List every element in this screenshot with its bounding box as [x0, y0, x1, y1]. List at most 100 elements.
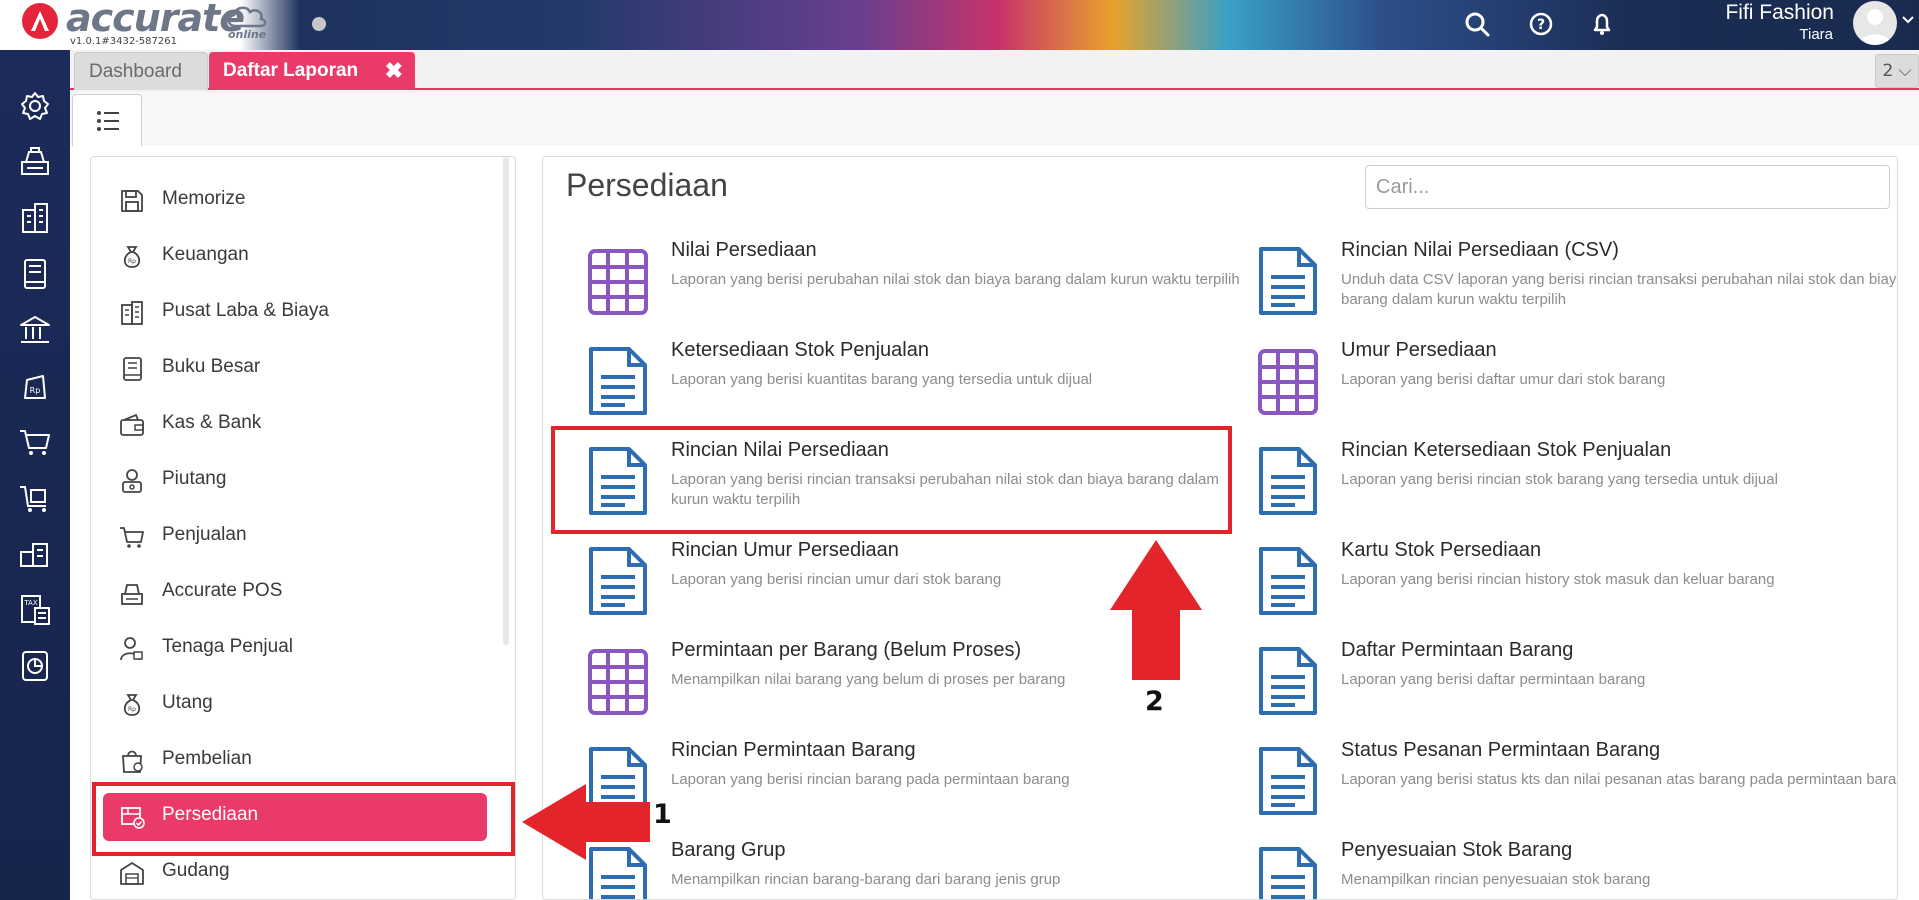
report-title[interactable]: Rincian Umur Persediaan — [671, 539, 899, 562]
report-title[interactable]: Permintaan per Barang (Belum Proses) — [671, 639, 1021, 662]
tab-daftar-laporan[interactable]: Daftar Laporan ✖ — [209, 52, 415, 90]
report-item[interactable]: Barang Grup Menampilkan rincian barang-ba… — [585, 839, 1245, 899]
user-role: Tiara — [1799, 26, 1833, 43]
top-header: accurate online v1.0.1#3432-587261 ? Fif… — [0, 0, 1919, 50]
list-view-button[interactable] — [72, 94, 142, 146]
help-icon[interactable]: ? — [1526, 9, 1556, 39]
report-description: Laporan yang berisi daftar permintaan ba… — [1341, 671, 1646, 688]
salesperson-icon — [120, 637, 143, 661]
svg-text:Rp: Rp — [128, 258, 136, 265]
sidebar-item-penjualan[interactable]: Penjualan — [91, 511, 505, 561]
chevron-down-icon[interactable] — [1901, 14, 1915, 26]
book-icon[interactable] — [17, 256, 53, 292]
report-item[interactable]: Penyesuaian Stok Barang Menampilkan rinci… — [1255, 839, 1897, 899]
document-icon — [1255, 245, 1321, 317]
report-description: Laporan yang berisi rincian barang pada … — [671, 771, 1070, 788]
report-item[interactable]: Umur Persediaan Laporan yang berisi dafta… — [1255, 339, 1897, 445]
toolbar — [70, 92, 1919, 146]
ledger-icon — [123, 357, 142, 381]
sidebar-item-memorize[interactable]: Memorize — [91, 175, 505, 225]
bell-icon[interactable] — [1587, 9, 1617, 39]
cash-register-icon[interactable] — [17, 144, 53, 180]
report-item[interactable]: Daftar Permintaan Barang Laporan yang ber… — [1255, 639, 1897, 745]
sidebar-item-tenaga-penjual[interactable]: Tenaga Penjual — [91, 623, 505, 673]
sidebar-item-label: Memorize — [162, 188, 246, 209]
report-title[interactable]: Status Pesanan Permintaan Barang — [1341, 739, 1660, 762]
report-description: Menampilkan rincian penyesuaian stok bar… — [1341, 871, 1651, 888]
version-label: v1.0.1#3432-587261 — [70, 36, 177, 47]
report-title[interactable]: Kartu Stok Persediaan — [1341, 539, 1541, 562]
bank-icon[interactable] — [17, 312, 53, 348]
grid-icon — [585, 645, 651, 717]
search-icon[interactable] — [1462, 9, 1492, 39]
open-tabs-dropdown[interactable]: 2 ⌵ — [1875, 54, 1919, 88]
report-title[interactable]: Nilai Persediaan — [671, 239, 817, 262]
wallet-icon — [120, 413, 144, 436]
purchase-icon[interactable] — [17, 480, 53, 516]
svg-text:Rp: Rp — [128, 706, 136, 713]
report-item[interactable]: Nilai Persediaan Laporan yang berisi peru… — [585, 239, 1245, 345]
report-description: Laporan yang berisi perubahan nilai stok… — [671, 271, 1240, 288]
receivable-icon[interactable]: Rp — [17, 368, 53, 404]
cart-icon[interactable] — [17, 424, 53, 460]
app-logo-text: accurate — [66, 0, 245, 40]
svg-text:?: ? — [1537, 17, 1545, 33]
accurate-logo-icon[interactable] — [22, 3, 58, 39]
sidebar-item-utang[interactable]: Rp Utang — [91, 679, 505, 729]
tax-icon[interactable]: TAX — [17, 592, 53, 628]
sidebar-item-pusat-laba-biaya[interactable]: Pusat Laba & Biaya — [91, 287, 505, 337]
report-title[interactable]: Daftar Permintaan Barang — [1341, 639, 1573, 662]
save-icon — [121, 190, 143, 212]
user-name[interactable]: Fifi Fashion — [1725, 1, 1834, 25]
report-item[interactable]: Rincian Permintaan Barang Laporan yang be… — [585, 739, 1245, 845]
company-icon[interactable] — [17, 200, 53, 236]
report-item[interactable]: Rincian Nilai Persediaan (CSV) Unduh data… — [1255, 239, 1898, 345]
sidebar-item-pembelian[interactable]: Pembelian — [91, 735, 505, 785]
report-item[interactable]: Kartu Stok Persediaan Laporan yang berisi… — [1255, 539, 1897, 645]
report-title[interactable]: Penyesuaian Stok Barang — [1341, 839, 1572, 862]
sidebar-item-kas-bank[interactable]: Kas & Bank — [91, 399, 505, 449]
report-item[interactable]: Status Pesanan Permintaan Barang Laporan … — [1255, 739, 1897, 845]
cloud-icon — [227, 6, 267, 28]
sidebar-item-label: Utang — [162, 692, 213, 713]
report-title[interactable]: Rincian Ketersediaan Stok Penjualan — [1341, 439, 1671, 462]
search-input[interactable] — [1365, 165, 1890, 209]
sidebar-item-keuangan[interactable]: Rp Keuangan — [91, 231, 505, 281]
avatar[interactable] — [1853, 1, 1897, 45]
tab-dashboard[interactable]: Dashboard — [74, 52, 208, 90]
sidebar-item-piutang[interactable]: Piutang — [91, 455, 505, 505]
grid-icon — [585, 245, 651, 317]
report-title[interactable]: Rincian Nilai Persediaan (CSV) — [1341, 239, 1619, 262]
report-title[interactable]: Ketersediaan Stok Penjualan — [671, 339, 929, 362]
cart-icon — [120, 527, 144, 548]
logo-subtitle: online — [228, 28, 267, 41]
report-title[interactable]: Umur Persediaan — [1341, 339, 1497, 362]
annotation-arrow-up — [1110, 540, 1202, 680]
report-item[interactable]: Rincian Ketersediaan Stok Penjualan Lapor… — [1255, 439, 1897, 545]
highlight-box-persediaan — [92, 782, 515, 856]
report-description: Unduh data CSV laporan yang berisi rinci… — [1341, 271, 1898, 308]
tab-strip: Dashboard Daftar Laporan ✖ 2 ⌵ — [70, 50, 1919, 90]
sidebar-item-label: Pusat Laba & Biaya — [162, 300, 329, 321]
status-dot — [312, 17, 326, 31]
sidebar-item-label: Piutang — [162, 468, 227, 489]
module-rail: Rp TAX — [0, 50, 70, 900]
highlight-box-rincian-nilai-persediaan — [551, 426, 1232, 534]
report-title[interactable]: Barang Grup — [671, 839, 786, 862]
tab-label: Dashboard — [89, 61, 182, 82]
tab-label: Daftar Laporan — [223, 60, 359, 81]
document-icon — [585, 345, 651, 417]
sidebar-item-label: Kas & Bank — [162, 412, 262, 433]
report-title[interactable]: Rincian Permintaan Barang — [671, 739, 916, 762]
close-icon[interactable]: ✖ — [385, 52, 403, 90]
warehouse-icon — [120, 862, 144, 885]
inventory-icon[interactable] — [17, 536, 53, 572]
pos-icon — [121, 584, 143, 605]
document-icon — [1255, 645, 1321, 717]
annotation-number-1: 1 — [653, 799, 672, 830]
report-description: Laporan yang berisi rincian stok barang … — [1341, 471, 1778, 488]
sidebar-item-buku-besar[interactable]: Buku Besar — [91, 343, 505, 393]
settings-icon[interactable] — [17, 88, 53, 124]
report-icon[interactable] — [17, 648, 53, 684]
sidebar-item-accurate-pos[interactable]: Accurate POS — [91, 567, 505, 617]
